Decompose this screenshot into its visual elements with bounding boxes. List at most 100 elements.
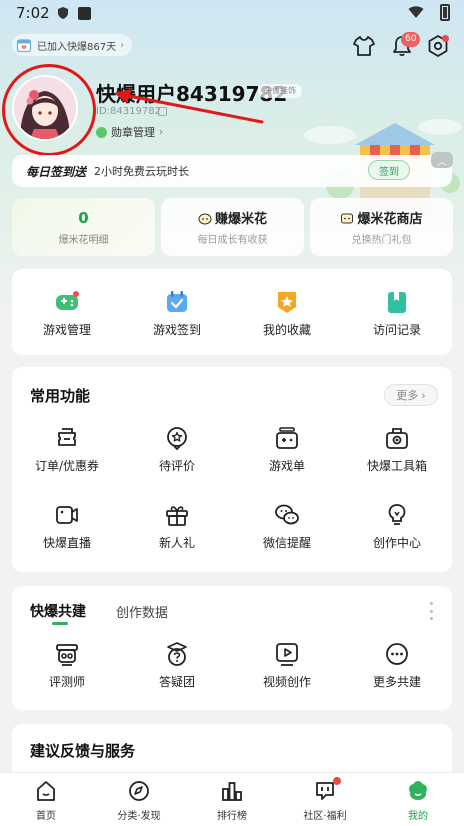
- signin-title: 每日签到送: [26, 164, 87, 179]
- popcorn-detail-card[interactable]: 0 爆米花明细: [12, 198, 155, 256]
- wechat-icon: [275, 504, 299, 525]
- reviewer-label: 评测师: [48, 675, 85, 689]
- notification-square-icon: [78, 7, 91, 20]
- coupon-icon: [58, 428, 76, 446]
- gift-icon: [166, 506, 188, 526]
- settings-red-dot: [442, 35, 449, 42]
- play-video-icon: [276, 643, 298, 666]
- earn-popcorn-sub: 每日成长有收获: [197, 235, 268, 246]
- medal-management-link[interactable]: 勋章管理 ›: [96, 124, 163, 140]
- chevron-right-icon: ›: [159, 126, 163, 138]
- game-management-label: 游戏管理: [42, 323, 91, 337]
- game-signin-button[interactable]: 游戏签到: [122, 289, 232, 338]
- earn-popcorn-card[interactable]: 赚爆米花 每日成长有收获: [161, 198, 304, 256]
- my-favorites-label: 我的收藏: [262, 323, 311, 337]
- join-days-pill[interactable]: 已加入快爆867天 ›: [12, 34, 133, 56]
- game-list-icon: [276, 427, 298, 449]
- more-button[interactable]: 更多 ›: [384, 384, 438, 406]
- reviewer-button[interactable]: 评测师: [12, 641, 122, 690]
- nav-discover-label: 分类·发现: [117, 811, 161, 822]
- status-bar: 7:02: [0, 0, 464, 26]
- medal-label: 勋章管理: [111, 126, 155, 139]
- game-management-button[interactable]: 游戏管理: [12, 289, 122, 338]
- creation-center-button[interactable]: 创作中心: [342, 502, 452, 551]
- more-co-build-button[interactable]: 更多共建: [342, 641, 452, 690]
- nav-ranking[interactable]: 排行榜: [192, 779, 272, 822]
- battery-icon: [440, 4, 450, 21]
- star-badge-icon: [278, 292, 296, 313]
- calendar-heart-icon: [16, 39, 32, 53]
- visit-history-button[interactable]: 访问记录: [342, 289, 452, 338]
- mine-mascot-icon: [409, 781, 427, 800]
- signin-button[interactable]: 签到: [368, 160, 410, 180]
- more-co-build-label: 更多共建: [372, 675, 421, 689]
- chevron-right-icon: ›: [120, 39, 125, 51]
- collapse-button[interactable]: ︿: [431, 152, 453, 168]
- kebab-menu-icon[interactable]: [430, 602, 436, 620]
- bookmark-book-icon: [388, 292, 406, 313]
- annotation-arrow: [114, 89, 264, 124]
- creation-center-label: 创作中心: [372, 536, 421, 550]
- calendar-check-icon: [167, 291, 187, 312]
- tab-active-indicator: [52, 622, 68, 625]
- video-camera-icon: [56, 506, 78, 524]
- nav-home[interactable]: 首页: [6, 779, 86, 822]
- nav-community[interactable]: 社区·福利: [285, 779, 365, 822]
- pending-review-label: 待评价: [158, 459, 195, 473]
- popcorn-shop-card[interactable]: 爆米花商店 兑换热门礼包: [310, 198, 453, 256]
- nav-home-label: 首页: [36, 811, 56, 822]
- wechat-reminder-label: 微信提醒: [262, 536, 311, 550]
- signin-desc: 2小时免费云玩时长: [94, 165, 190, 178]
- shirt-icon[interactable]: [352, 34, 376, 58]
- video-creation-label: 视频创作: [262, 675, 311, 689]
- nav-ranking-label: 排行榜: [217, 811, 247, 822]
- popcorn-shop-title: 爆米花商店: [357, 212, 423, 227]
- lightbulb-icon: [388, 504, 406, 525]
- gamepad-icon: [56, 291, 79, 310]
- my-favorites-button[interactable]: 我的收藏: [232, 289, 342, 338]
- pending-review-button[interactable]: 待评价: [122, 425, 232, 474]
- qa-team-label: 答疑团: [158, 675, 195, 689]
- popcorn-count: 0: [78, 208, 89, 227]
- toolbox-icon: [386, 428, 408, 449]
- common-functions-title: 常用功能: [30, 387, 91, 405]
- notification-badge: 60: [401, 32, 421, 47]
- wechat-reminder-button[interactable]: 微信提醒: [232, 502, 342, 551]
- compass-icon: [129, 781, 149, 801]
- orders-coupons-label: 订单/优惠券: [34, 459, 100, 473]
- join-days-text: 已加入快爆867天: [37, 41, 117, 53]
- status-time: 7:02: [16, 4, 50, 22]
- newcomer-gift-label: 新人礼: [158, 536, 195, 550]
- nav-community-label: 社区·福利: [303, 811, 347, 822]
- more-dots-icon: [386, 643, 408, 665]
- newcomer-gift-button[interactable]: 新人礼: [122, 502, 232, 551]
- nav-mine-label: 我的: [408, 811, 428, 822]
- game-list-button[interactable]: 游戏单: [232, 425, 342, 474]
- toolbox-button[interactable]: 快爆工具箱: [342, 425, 452, 474]
- more-label: 更多: [396, 389, 419, 402]
- shop-mascot-icon: [341, 213, 354, 223]
- game-list-label: 游戏单: [268, 459, 305, 473]
- annotation-circle: [2, 64, 96, 156]
- shield-icon: [58, 7, 68, 19]
- live-stream-button[interactable]: 快爆直播: [12, 502, 122, 551]
- home-icon: [37, 781, 55, 801]
- nav-discover[interactable]: 分类·发现: [99, 779, 179, 822]
- popcorn-shop-sub: 兑换热门礼包: [351, 235, 412, 246]
- bottom-navigation: 首页 分类·发现 排行榜 社区·福利 我的: [0, 772, 464, 826]
- medal-icon: [96, 126, 107, 138]
- community-red-dot: [333, 777, 341, 785]
- tab-co-build[interactable]: 快爆共建: [30, 601, 86, 621]
- orders-coupons-button[interactable]: 订单/优惠券: [12, 425, 122, 474]
- question-bubble-icon: [167, 642, 187, 666]
- qa-team-button[interactable]: 答疑团: [122, 641, 232, 690]
- popcorn-mascot-icon: [198, 213, 212, 224]
- game-signin-label: 游戏签到: [152, 323, 201, 337]
- star-bubble-icon: [167, 427, 187, 451]
- visit-history-label: 访问记录: [372, 323, 421, 337]
- tab-creation-data[interactable]: 创作数据: [116, 602, 168, 621]
- earn-popcorn-title: 赚爆米花: [214, 212, 267, 227]
- popcorn-detail-label: 爆米花明细: [58, 234, 109, 246]
- video-creation-button[interactable]: 视频创作: [232, 641, 342, 690]
- nav-mine[interactable]: 我的: [378, 779, 458, 822]
